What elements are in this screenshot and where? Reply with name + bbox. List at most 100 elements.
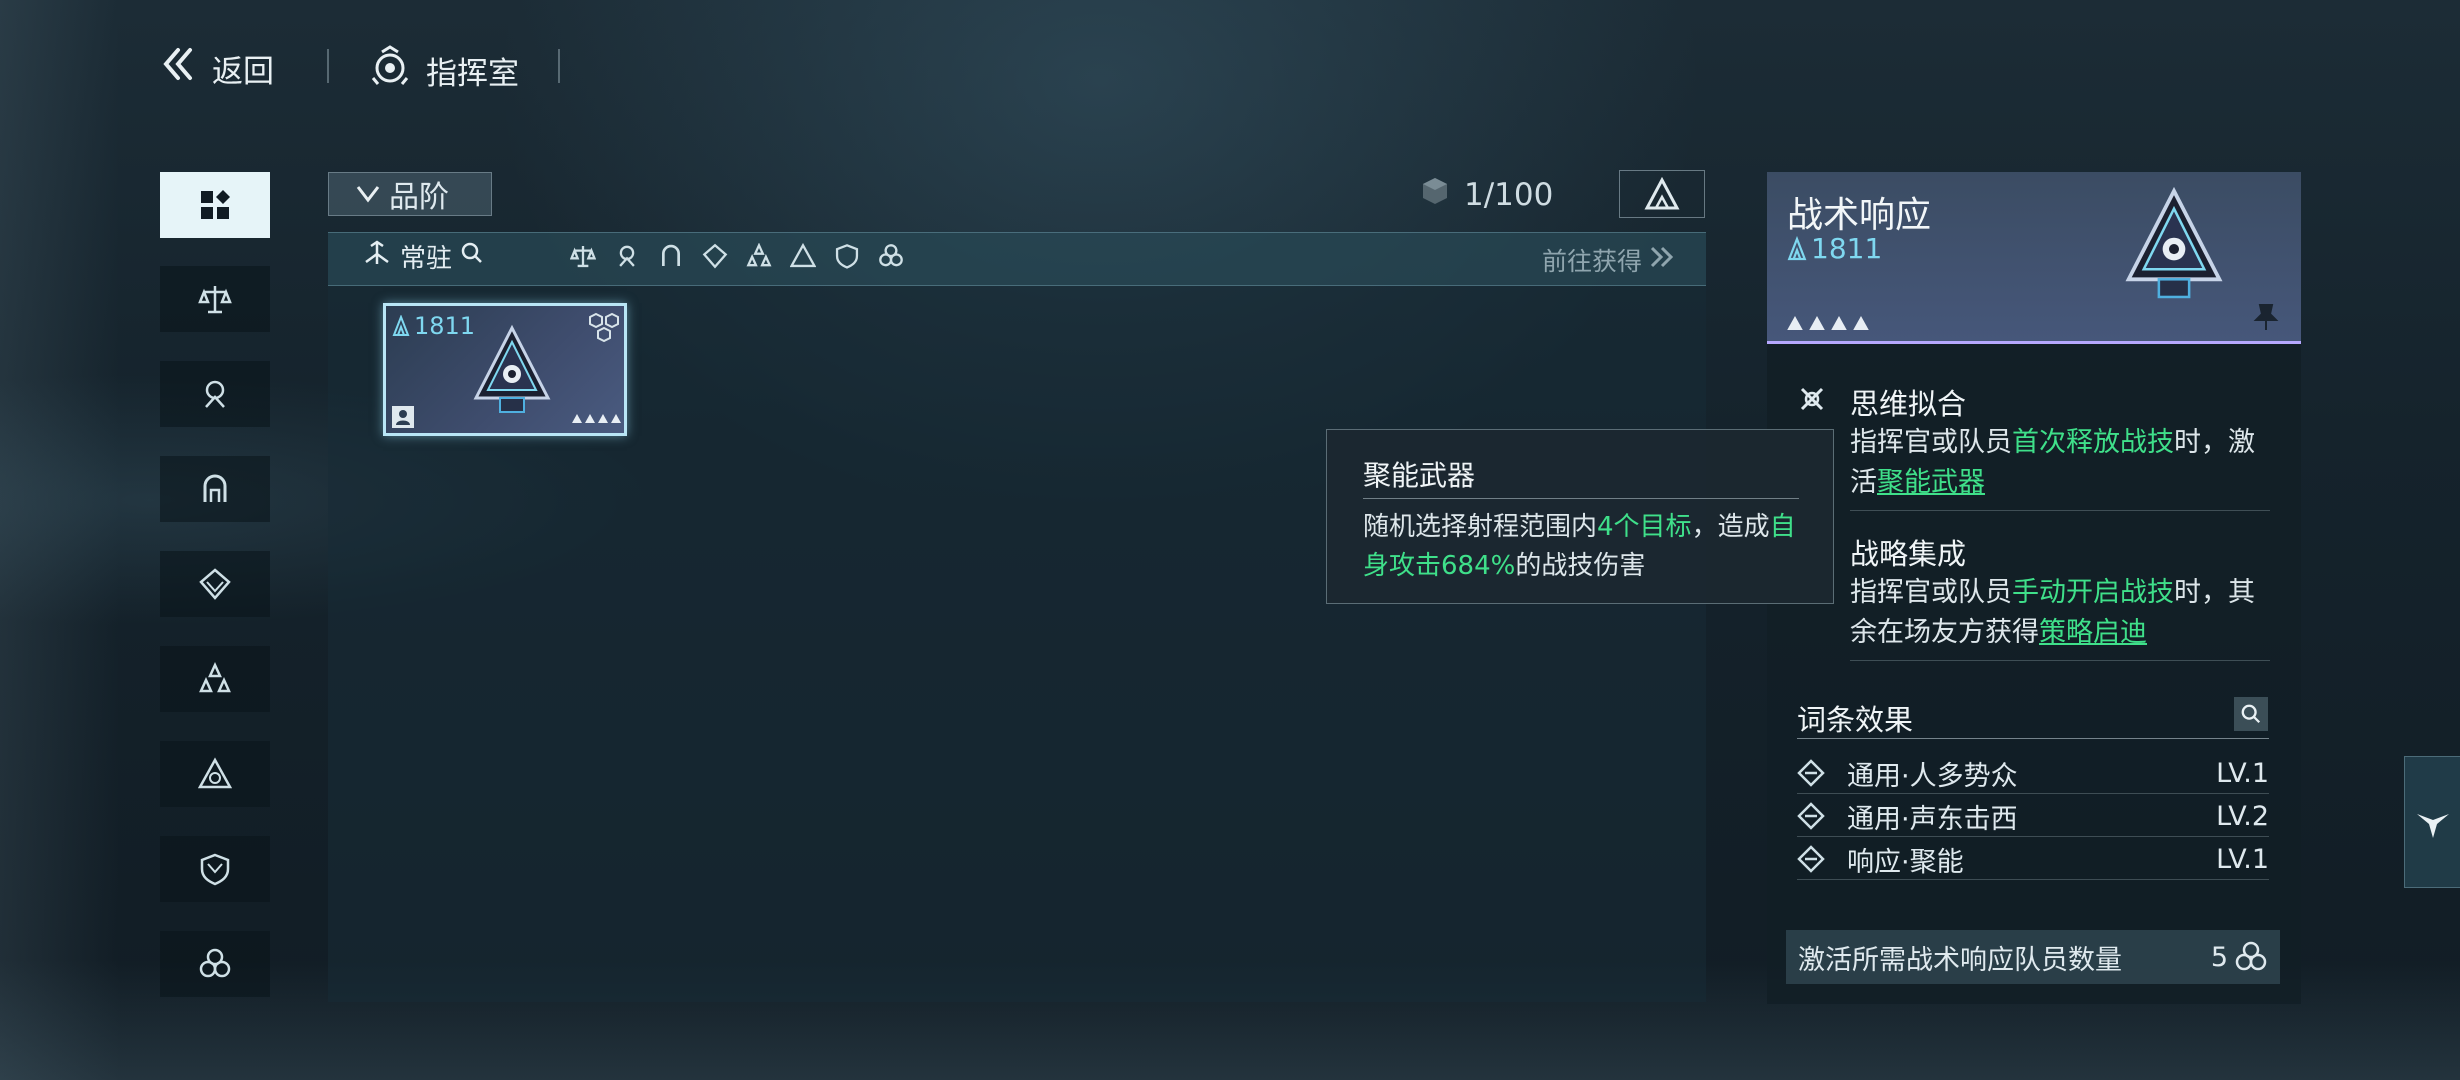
rarity-stars xyxy=(572,414,621,423)
filter-faction-arch-button[interactable] xyxy=(160,456,270,522)
side-drawer-tab[interactable] xyxy=(2404,756,2460,888)
divider xyxy=(327,49,329,83)
divider xyxy=(1797,793,2269,794)
skill-2-desc-pre: 指挥官或队员 xyxy=(1850,577,2012,608)
faction-diver-icon xyxy=(205,380,225,408)
divider xyxy=(1363,498,1799,499)
divider xyxy=(1797,836,2269,837)
tooltip-desc-pre: 随机选择射程范围内 xyxy=(1363,512,1598,542)
chevron-down-icon xyxy=(355,177,381,212)
skill-2-name: 战略集成 xyxy=(1850,537,1967,571)
trefoil-icon xyxy=(2235,941,2267,971)
affix-level: LV.2 xyxy=(2216,800,2269,832)
affix-diamond-icon xyxy=(1797,802,1825,830)
search-icon[interactable] xyxy=(460,241,484,272)
filter-all-button[interactable] xyxy=(160,172,270,238)
faction-icon-row xyxy=(570,243,904,269)
person-icon xyxy=(392,406,414,428)
grade-sort-label: 品阶 xyxy=(389,180,449,215)
skill-1-highlight: 首次释放战技 xyxy=(2012,427,2174,458)
faction-diamond-icon[interactable] xyxy=(702,243,728,269)
skill-1-link[interactable]: 聚能武器 xyxy=(1877,467,1985,498)
faction-tri-icon[interactable] xyxy=(746,243,772,269)
permanent-tab[interactable]: 常驻 xyxy=(362,238,484,275)
filter-faction-diver-button[interactable] xyxy=(160,361,270,427)
affix-name: 通用·人多势众 xyxy=(1847,760,2018,792)
affix-title: 词条效果 xyxy=(1797,703,1914,737)
tactical-device-icon xyxy=(473,324,551,413)
divider xyxy=(1850,660,2270,661)
tactical-device-icon xyxy=(2125,186,2223,299)
skill-tooltip: 聚能武器 随机选择射程范围内4个目标，造成自身攻击684%的战技伤害 xyxy=(1326,429,1834,604)
grade-sort-button[interactable]: 品阶 xyxy=(328,172,492,216)
back-label: 返回 xyxy=(212,53,274,90)
affix-level: LV.1 xyxy=(2216,843,2269,875)
detail-rarity-stars xyxy=(1787,316,1869,330)
divider xyxy=(558,49,560,83)
command-room-label: 指挥室 xyxy=(426,55,519,92)
triangle-sort-icon xyxy=(1644,177,1680,210)
affix-name: 通用·声东击西 xyxy=(1847,803,2018,835)
card-power-value: 1811 xyxy=(414,312,476,340)
faction-delta-icon xyxy=(198,757,232,789)
faction-trefoil-icon[interactable] xyxy=(878,243,904,269)
filter-faction-shield-button[interactable] xyxy=(160,836,270,902)
cube-icon xyxy=(1420,176,1450,214)
back-button[interactable]: 返回 xyxy=(158,44,274,92)
all-grid-icon xyxy=(201,190,230,219)
filter-faction-scale-button[interactable] xyxy=(160,266,270,332)
hex-cluster-icon xyxy=(589,312,619,343)
faction-diver-icon[interactable] xyxy=(614,243,640,269)
affix-row[interactable]: 响应·聚能 LV.1 xyxy=(1797,839,2269,879)
tactical-card[interactable]: 1811 xyxy=(383,303,627,436)
faction-shield-icon xyxy=(200,853,230,886)
drone-icon xyxy=(2416,814,2449,838)
pin-icon[interactable] xyxy=(2253,302,2279,332)
card-power: 1811 xyxy=(392,312,475,340)
faction-diamond-icon xyxy=(199,568,231,600)
capacity-count: 1/100 xyxy=(1464,177,1554,213)
filter-faction-tri-button[interactable] xyxy=(160,646,270,712)
command-room-button[interactable]: 指挥室 xyxy=(368,44,519,96)
background-left-glow xyxy=(0,0,120,1080)
affix-level: LV.1 xyxy=(2216,757,2269,789)
divider xyxy=(1797,879,2269,880)
power-icon xyxy=(1787,235,1807,260)
faction-arch-icon[interactable] xyxy=(658,243,684,269)
skill-1-desc: 指挥官或队员首次释放战技时，激活聚能武器 xyxy=(1850,423,2270,503)
activation-label: 激活所需战术响应队员数量 xyxy=(1798,944,2122,976)
tooltip-title: 聚能武器 xyxy=(1363,459,1476,492)
affix-row[interactable]: 通用·人多势众 LV.1 xyxy=(1797,753,2269,793)
filter-faction-delta-button[interactable] xyxy=(160,741,270,807)
trident-icon xyxy=(362,238,392,275)
skill-2-desc: 指挥官或队员手动开启战技时，其余在场友方获得策略启迪 xyxy=(1850,573,2270,653)
detail-header: 战术响应 1811 xyxy=(1767,172,2301,344)
detail-power-value: 1811 xyxy=(1811,232,1883,265)
faction-shield-icon[interactable] xyxy=(834,243,860,269)
affix-search-button[interactable] xyxy=(2234,697,2268,731)
filter-faction-diamond-button[interactable] xyxy=(160,551,270,617)
affix-diamond-icon xyxy=(1797,845,1825,873)
activation-requirement: 激活所需战术响应队员数量 5 xyxy=(1786,930,2280,984)
affix-name: 响应·聚能 xyxy=(1847,846,1964,878)
affix-diamond-icon xyxy=(1797,759,1825,787)
power-icon xyxy=(392,315,410,336)
goto-obtain-link[interactable]: 前往获得 xyxy=(1542,242,1676,278)
faction-tri-icon xyxy=(199,662,231,693)
skill-2-link[interactable]: 策略启迪 xyxy=(2039,617,2147,648)
affix-row[interactable]: 通用·声东击西 LV.2 xyxy=(1797,796,2269,836)
detail-title: 战术响应 xyxy=(1787,195,1932,236)
rarity-sort-button[interactable] xyxy=(1619,170,1705,218)
skill-1-name: 思维拟合 xyxy=(1850,387,1967,421)
divider xyxy=(1797,738,2269,739)
activation-count: 5 xyxy=(2210,941,2228,973)
filter-faction-trefoil-button[interactable] xyxy=(160,931,270,997)
tooltip-desc: 随机选择射程范围内4个目标，造成自身攻击684%的战技伤害 xyxy=(1363,508,1813,586)
permanent-tab-label: 常驻 xyxy=(400,244,453,274)
tooltip-desc-mid: ，造成 xyxy=(1691,512,1770,542)
double-chevron-right-icon xyxy=(1648,245,1676,275)
faction-scale-icon[interactable] xyxy=(570,243,596,269)
divider xyxy=(1850,510,2270,511)
faction-delta-icon[interactable] xyxy=(790,243,816,269)
capacity-counter: 1/100 xyxy=(1420,176,1553,214)
